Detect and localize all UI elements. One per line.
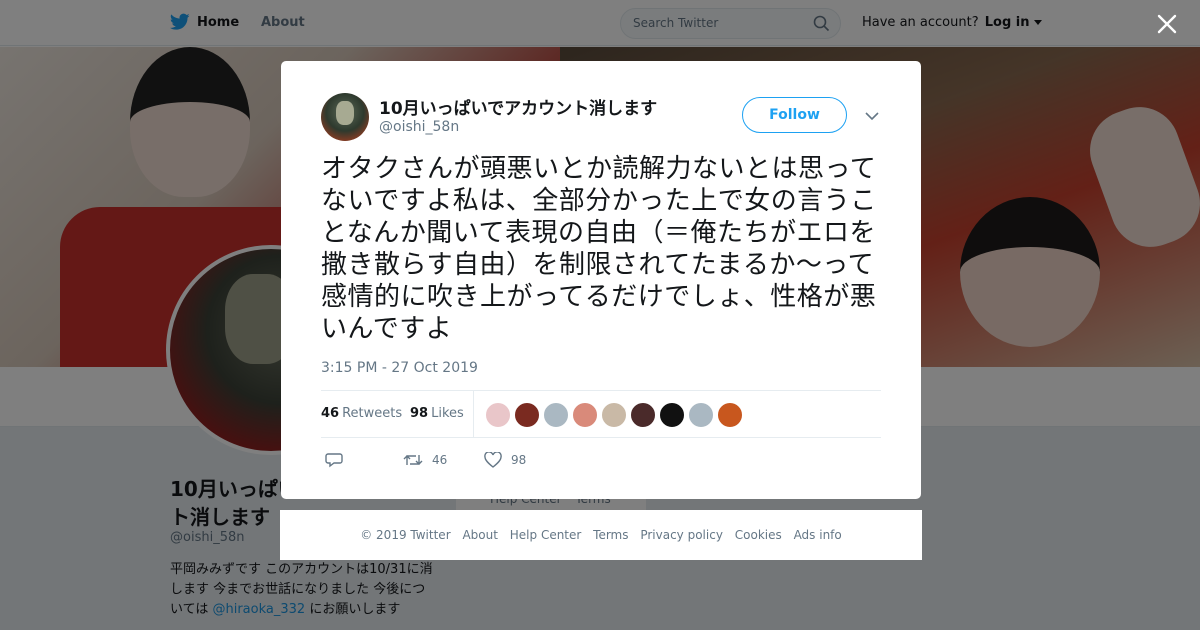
like-action-count: 98 (511, 453, 527, 467)
retweet-icon (403, 455, 423, 465)
liker-avatar[interactable] (572, 402, 598, 428)
stats-divider (473, 391, 474, 438)
author-handle[interactable]: @oishi_58n (379, 119, 459, 135)
liker-avatar[interactable] (659, 402, 685, 428)
like-button[interactable]: 98 (484, 452, 526, 468)
liker-avatar[interactable] (485, 402, 511, 428)
liker-avatars (485, 402, 743, 428)
tweet-text: オタクさんが頭悪いとか読解力ないとは思ってないですよ私は、全部分かった上で女の言… (321, 154, 877, 344)
liker-avatar[interactable] (514, 402, 540, 428)
retweets-stat[interactable]: 46 Retweets (321, 406, 402, 421)
liker-avatar[interactable] (543, 402, 569, 428)
reply-icon (325, 453, 343, 468)
close-icon[interactable] (1155, 12, 1179, 36)
tweet-actions: 46 98 (321, 449, 881, 473)
heart-icon (484, 452, 502, 468)
liker-avatar[interactable] (630, 402, 656, 428)
liker-avatar[interactable] (688, 402, 714, 428)
tweet-stats: 46 Retweets 98 Likes (321, 390, 881, 438)
liker-avatar[interactable] (717, 402, 743, 428)
reply-button[interactable] (325, 452, 343, 468)
tweet-timestamp[interactable]: 3:15 PM - 27 Oct 2019 (321, 360, 478, 376)
footer-help-center-link[interactable]: Help Center (510, 528, 582, 542)
tweet-modal: 10月いっぱいでアカウント消します @oishi_58n Follow オタクさ… (281, 61, 921, 499)
footer-about-link[interactable]: About (462, 528, 497, 542)
retweets-count: 46 (321, 406, 340, 421)
retweet-button[interactable]: 46 (403, 452, 447, 468)
footer-ads-info-link[interactable]: Ads info (794, 528, 842, 542)
author-name[interactable]: 10月いっぱいでアカウント消します (379, 94, 657, 119)
likes-label: Likes (431, 406, 464, 421)
footer-copyright: © 2019 Twitter (360, 528, 451, 542)
footer-terms-link[interactable]: Terms (593, 528, 628, 542)
likes-stat[interactable]: 98 Likes (410, 406, 464, 421)
chevron-down-icon[interactable] (864, 108, 880, 124)
author-avatar[interactable] (321, 93, 369, 141)
follow-button[interactable]: Follow (742, 97, 847, 133)
retweets-label: Retweets (342, 406, 403, 421)
retweet-action-count: 46 (432, 453, 448, 467)
liker-avatar[interactable] (601, 402, 627, 428)
footer-cookies-link[interactable]: Cookies (735, 528, 782, 542)
likes-count: 98 (410, 406, 429, 421)
footer-privacy-link[interactable]: Privacy policy (640, 528, 723, 542)
modal-footer: © 2019 Twitter About Help Center Terms P… (280, 510, 922, 560)
